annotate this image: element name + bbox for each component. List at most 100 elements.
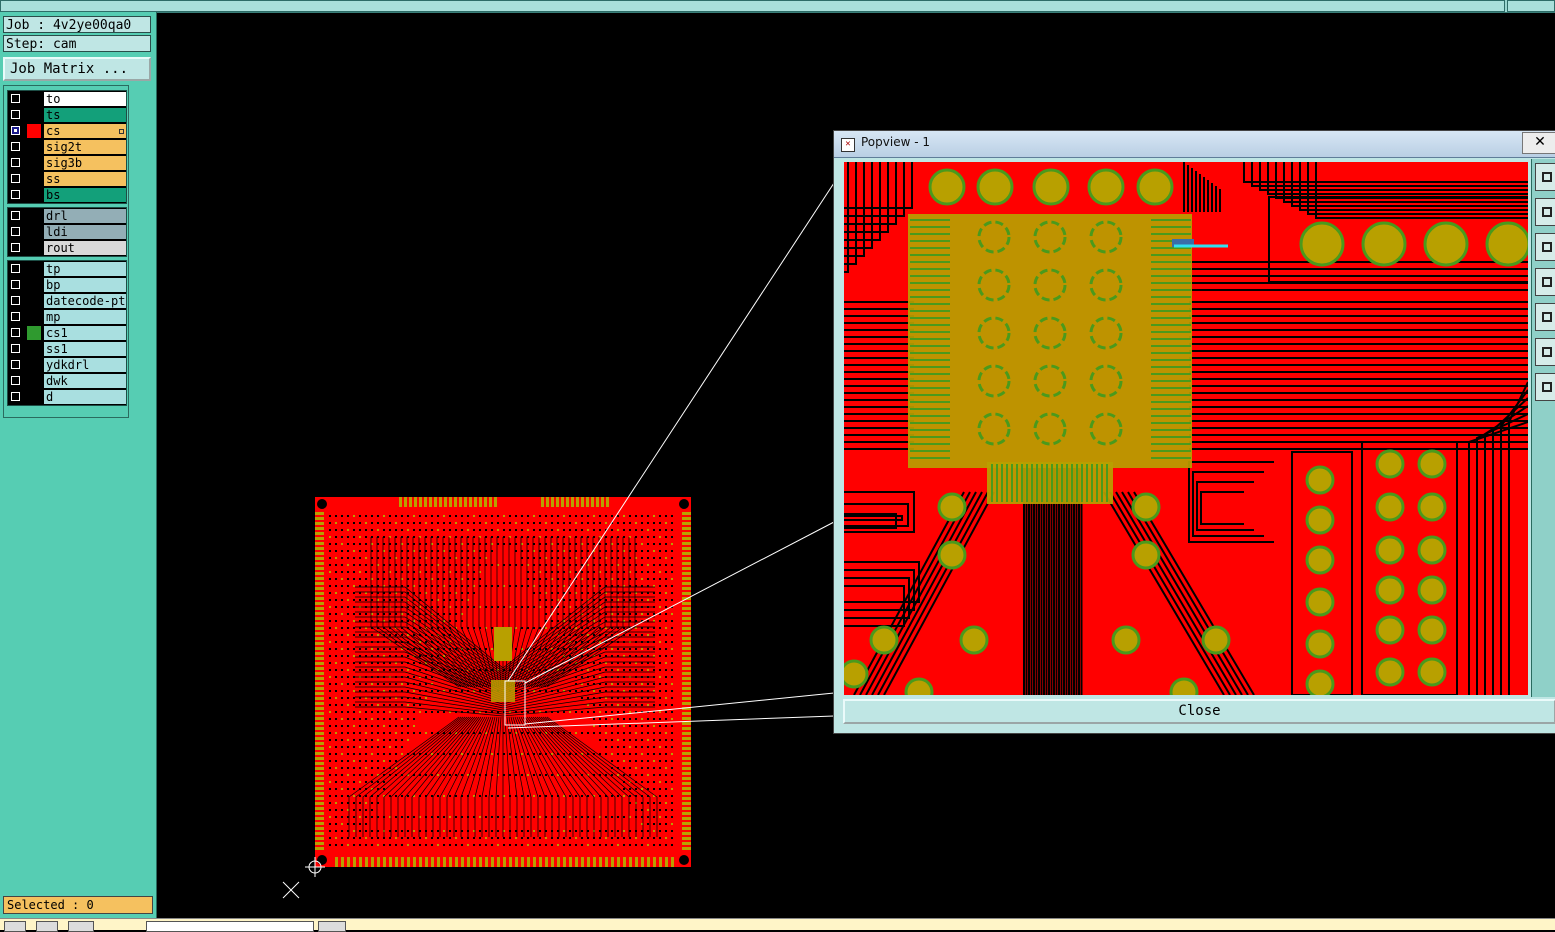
layer-name[interactable]: tp <box>44 262 126 276</box>
layer-name[interactable]: ts <box>44 108 126 122</box>
pad <box>928 168 966 206</box>
layer-color-swatch[interactable] <box>27 326 41 340</box>
layer-name[interactable]: d <box>44 390 126 404</box>
layer-name[interactable]: mp <box>44 310 126 324</box>
close-button[interactable]: Close <box>843 699 1555 724</box>
layer-name[interactable]: datecode-pt <box>44 294 126 308</box>
layer-color-swatch[interactable] <box>27 108 41 122</box>
layer-checkbox[interactable] <box>11 126 20 135</box>
layer-row-bp[interactable]: bp <box>8 277 126 293</box>
layer-checkbox[interactable] <box>11 376 20 385</box>
layer-name[interactable]: bp <box>44 278 126 292</box>
layer-color-swatch[interactable] <box>27 225 41 239</box>
layer-name[interactable]: cs <box>44 124 126 138</box>
layer-color-swatch[interactable] <box>27 310 41 324</box>
layer-checkbox[interactable] <box>11 94 20 103</box>
layer-row-cs[interactable]: cs <box>8 123 126 139</box>
layer-name[interactable]: to <box>44 92 126 106</box>
zoom-fit-icon[interactable] <box>1535 163 1555 191</box>
layer-color-swatch[interactable] <box>27 358 41 372</box>
layer-checkbox[interactable] <box>11 360 20 369</box>
layer-color-swatch[interactable] <box>27 92 41 106</box>
layer-checkbox[interactable] <box>11 264 20 273</box>
layer-checkbox[interactable] <box>11 296 20 305</box>
bottom-button-4[interactable] <box>318 921 346 932</box>
layer-color-swatch[interactable] <box>27 209 41 223</box>
layer-name[interactable]: sig2t <box>44 140 126 154</box>
via <box>461 753 463 755</box>
layer-row-ydkdrl[interactable]: ydkdrl <box>8 357 126 373</box>
zoom-out-icon[interactable] <box>1535 233 1555 261</box>
layer-color-swatch[interactable] <box>27 241 41 255</box>
edge-pad <box>389 857 392 867</box>
layer-name[interactable]: cs1 <box>44 326 126 340</box>
popview-titlebar[interactable]: ✕ Popview - 1 <box>834 131 1555 158</box>
layer-color-swatch[interactable] <box>27 156 41 170</box>
layer-row-ts[interactable]: ts <box>8 107 126 123</box>
layer-checkbox[interactable] <box>11 328 20 337</box>
bottom-button-1[interactable] <box>4 921 26 932</box>
layer-checkbox[interactable] <box>11 174 20 183</box>
layer-name[interactable]: dwk <box>44 374 126 388</box>
zoom-area-icon[interactable] <box>1535 338 1555 366</box>
layer-row-d[interactable]: d <box>8 389 126 405</box>
layer-color-swatch[interactable] <box>27 124 41 138</box>
via <box>611 830 613 832</box>
layer-name[interactable]: ss1 <box>44 342 126 356</box>
layer-checkbox[interactable] <box>11 344 20 353</box>
layer-row-mp[interactable]: mp <box>8 309 126 325</box>
pan-right-icon[interactable] <box>1535 303 1555 331</box>
bottom-button-2[interactable] <box>36 921 58 932</box>
layer-checkbox[interactable] <box>11 211 20 220</box>
layer-checkbox[interactable] <box>11 312 20 321</box>
layer-row-datecode-pt[interactable]: datecode-pt <box>8 293 126 309</box>
layer-name[interactable]: sig3b <box>44 156 126 170</box>
layer-name[interactable]: ydkdrl <box>44 358 126 372</box>
layer-row-sig3b[interactable]: sig3b <box>8 155 126 171</box>
layer-row-sig2t[interactable]: sig2t <box>8 139 126 155</box>
layer-row-drl[interactable]: drl <box>8 208 126 224</box>
zoom-in-icon[interactable] <box>1535 198 1555 226</box>
layer-name[interactable]: drl <box>44 209 126 223</box>
layer-color-swatch[interactable] <box>27 262 41 276</box>
layer-checkbox[interactable] <box>11 227 20 236</box>
layer-color-swatch[interactable] <box>27 188 41 202</box>
layer-checkbox[interactable] <box>11 243 20 252</box>
bottom-input[interactable] <box>146 921 314 932</box>
bottom-button-3[interactable] <box>68 921 94 932</box>
layer-checkbox[interactable] <box>11 190 20 199</box>
layer-row-to[interactable]: to <box>8 91 126 107</box>
layer-color-swatch[interactable] <box>27 374 41 388</box>
popview-canvas[interactable] <box>844 162 1528 695</box>
layer-name[interactable]: rout <box>44 241 126 255</box>
layer-checkbox[interactable] <box>11 142 20 151</box>
layer-row-tp[interactable]: tp <box>8 261 126 277</box>
job-matrix-button[interactable]: Job Matrix ... <box>3 57 151 81</box>
via <box>635 634 637 636</box>
layer-color-swatch[interactable] <box>27 294 41 308</box>
pan-left-icon[interactable] <box>1535 268 1555 296</box>
layer-row-dwk[interactable]: dwk <box>8 373 126 389</box>
layer-name[interactable]: ldi <box>44 225 126 239</box>
zoom-home-icon[interactable] <box>1535 373 1555 401</box>
layer-color-swatch[interactable] <box>27 390 41 404</box>
pcb-board-view[interactable] <box>315 497 691 867</box>
layer-checkbox[interactable] <box>11 392 20 401</box>
layer-checkbox[interactable] <box>11 158 20 167</box>
layer-row-ldi[interactable]: ldi <box>8 224 126 240</box>
layer-name[interactable]: ss <box>44 172 126 186</box>
popview-close-icon[interactable]: ✕ <box>1522 132 1555 154</box>
layer-color-swatch[interactable] <box>27 140 41 154</box>
layer-row-cs1[interactable]: cs1 <box>8 325 126 341</box>
pad <box>1299 221 1345 267</box>
layer-name[interactable]: bs <box>44 188 126 202</box>
layer-row-ss[interactable]: ss <box>8 171 126 187</box>
layer-color-swatch[interactable] <box>27 342 41 356</box>
layer-row-bs[interactable]: bs <box>8 187 126 203</box>
layer-row-rout[interactable]: rout <box>8 240 126 256</box>
layer-checkbox[interactable] <box>11 280 20 289</box>
layer-checkbox[interactable] <box>11 110 20 119</box>
layer-color-swatch[interactable] <box>27 278 41 292</box>
layer-row-ss1[interactable]: ss1 <box>8 341 126 357</box>
layer-color-swatch[interactable] <box>27 172 41 186</box>
